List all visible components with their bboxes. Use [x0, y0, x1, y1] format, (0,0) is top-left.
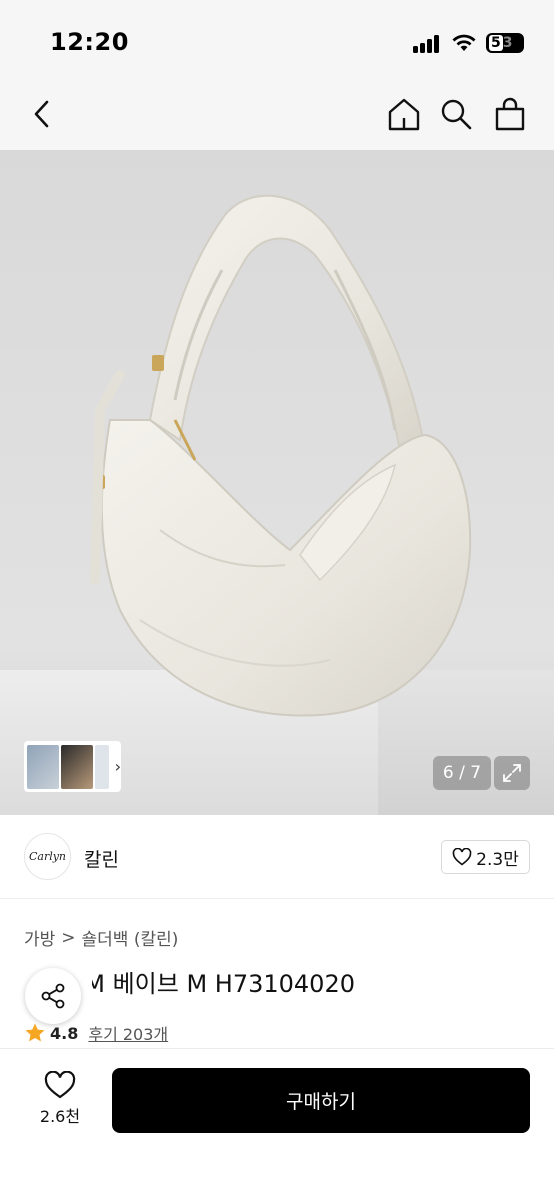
back-button[interactable] [22, 94, 62, 134]
battery-icon: 5 3 [486, 33, 524, 53]
breadcrumb-category[interactable]: 가방 [24, 925, 55, 950]
cart-button[interactable] [490, 94, 530, 134]
review-count-link[interactable]: 후기 203개 [88, 1021, 168, 1045]
share-button[interactable] [25, 968, 81, 1024]
expand-image-button[interactable] [494, 756, 530, 790]
brand-logo[interactable]: Carlyn [24, 833, 71, 880]
cellular-signal-icon [413, 35, 443, 53]
breadcrumb-separator: > [61, 927, 76, 948]
navigation-bar [0, 80, 554, 150]
battery-level: 5 [489, 35, 503, 51]
brand-name[interactable]: 칼린 [84, 845, 119, 872]
wishlist-count: 2.6천 [39, 1107, 81, 1126]
thumbnail-image[interactable] [27, 744, 60, 789]
image-page-counter: 6 / 7 [433, 756, 491, 790]
heart-icon [452, 848, 472, 866]
buy-button[interactable]: 구매하기 [112, 1068, 530, 1133]
brand-row: Carlyn 칼린 2.3만 [0, 815, 554, 899]
bottom-action-bar: 2.6천 구매하기 [0, 1048, 554, 1200]
battery-level-suffix: 3 [502, 35, 513, 51]
share-icon [41, 983, 65, 1009]
breadcrumb-subcategory[interactable]: 숄더백 (칼린) [82, 925, 179, 950]
product-photo-bag [90, 194, 472, 717]
brand-like-count: 2.3만 [476, 849, 519, 870]
wifi-icon [452, 34, 476, 51]
shopping-bag-icon [495, 97, 525, 131]
brand-like-button[interactable]: 2.3만 [441, 840, 530, 874]
expand-icon [503, 764, 521, 782]
breadcrumb: 가방 > 숄더백 (칼린) [24, 925, 179, 951]
status-time: 12:20 [50, 28, 129, 56]
brand-logo-text: Carlyn [28, 850, 67, 863]
status-bar: 12:20 5 3 [0, 0, 554, 80]
rating-row: 4.8 후기 203개 [24, 1021, 168, 1045]
wishlist-button[interactable]: 2.6천 [30, 1071, 90, 1131]
thumbnail-image[interactable] [61, 744, 94, 789]
home-button[interactable] [384, 94, 424, 134]
chevron-left-icon [34, 100, 49, 128]
search-button[interactable] [436, 94, 476, 134]
star-icon [25, 1023, 45, 1042]
thumbnail-strip[interactable]: › [24, 741, 121, 792]
chevron-right-icon[interactable]: › [115, 757, 121, 776]
rating-value: 4.8 [50, 1023, 79, 1043]
search-icon [441, 99, 472, 130]
home-icon [388, 98, 420, 131]
thumbnail-image[interactable] [95, 744, 109, 789]
product-image-gallery[interactable]: › 6 / 7 [0, 150, 554, 815]
heart-icon [44, 1071, 76, 1099]
